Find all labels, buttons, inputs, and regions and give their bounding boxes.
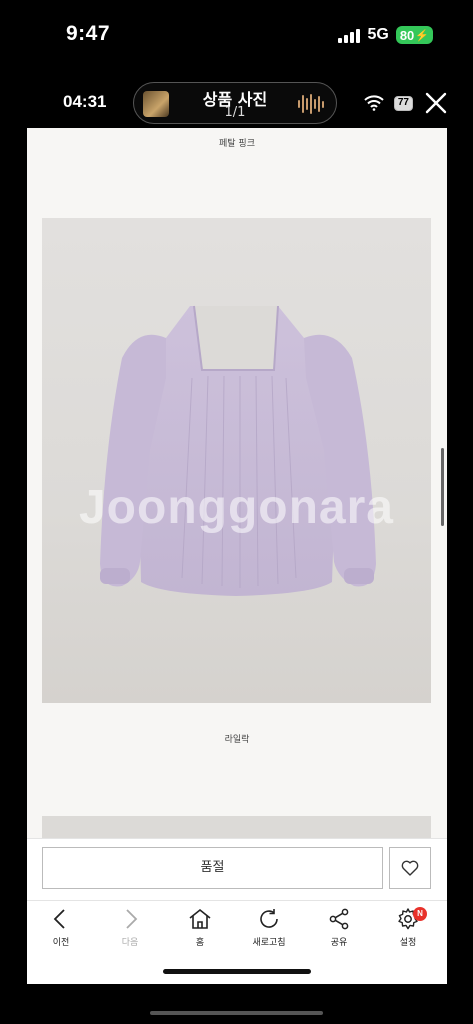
nav-next-label: 다음 — [121, 938, 139, 948]
home-icon — [189, 908, 211, 929]
close-icon[interactable] — [423, 90, 449, 116]
battery-indicator: 80 ⚡ — [395, 26, 433, 44]
overlay-right: 77 — [364, 90, 449, 116]
watermark-text: Joonggonara — [78, 481, 394, 534]
nav-settings-label: 설정 — [399, 938, 417, 948]
share-icon — [329, 908, 349, 930]
home-indicator[interactable] — [163, 969, 311, 974]
wifi-icon — [364, 95, 384, 111]
overlay-battery: 77 — [393, 95, 413, 111]
nav-home[interactable]: 홈 — [171, 907, 229, 957]
waveform-icon — [298, 93, 324, 115]
heart-icon — [401, 860, 419, 876]
color-caption-bottom: 라일락 — [224, 735, 250, 745]
purchase-bar: 품절 — [27, 838, 447, 900]
soldout-button[interactable]: 품절 — [42, 847, 383, 889]
chevron-right-icon — [126, 909, 138, 929]
new-badge: N — [413, 907, 427, 921]
color-caption-top: 페탈 핑크 — [219, 139, 255, 149]
nav-prev[interactable]: 이전 — [32, 907, 90, 957]
charging-bolt-icon: ⚡ — [415, 29, 429, 42]
nav-share-label: 공유 — [330, 938, 348, 948]
screen-overlay-bar: 04:31 상품 사진 1/1 77 — [0, 78, 473, 128]
battery-level: 80 — [399, 27, 415, 43]
wishlist-button[interactable] — [389, 847, 431, 889]
bottom-edge-bar — [150, 1011, 323, 1015]
status-bar: 9:47 5G 80 ⚡ — [0, 0, 473, 70]
refresh-icon — [260, 909, 278, 928]
blouse-image — [100, 305, 376, 596]
nav-prev-label: 이전 — [52, 938, 70, 948]
status-time: 9:47 — [66, 22, 111, 45]
chevron-left-icon — [53, 909, 65, 929]
cellular-signal-icon — [338, 27, 361, 43]
status-indicators: 5G 80 ⚡ — [338, 26, 433, 44]
network-type: 5G — [367, 26, 389, 43]
nav-share[interactable]: 공유 — [310, 907, 368, 957]
photo-viewer-pill[interactable]: 상품 사진 1/1 — [133, 82, 337, 124]
nav-refresh[interactable]: 새로고침 — [240, 907, 298, 957]
overlay-time: 04:31 — [63, 92, 107, 111]
nav-settings[interactable]: N 설정 — [379, 907, 437, 957]
product-page: 페탈 핑크 Joonggonara 라일락 품절 이전 다음 홈 새로고침 공유… — [27, 128, 447, 984]
nav-next[interactable]: 다음 — [101, 907, 159, 957]
nav-home-label: 홈 — [195, 938, 205, 948]
product-photo[interactable]: Joonggonara — [42, 218, 431, 703]
scrollbar[interactable] — [441, 448, 444, 526]
phone-screen: 9:47 5G 80 ⚡ 04:31 상품 사진 1/1 77 페탈 핑크 Jo… — [0, 0, 473, 1024]
nav-refresh-label: 새로고침 — [252, 938, 286, 948]
